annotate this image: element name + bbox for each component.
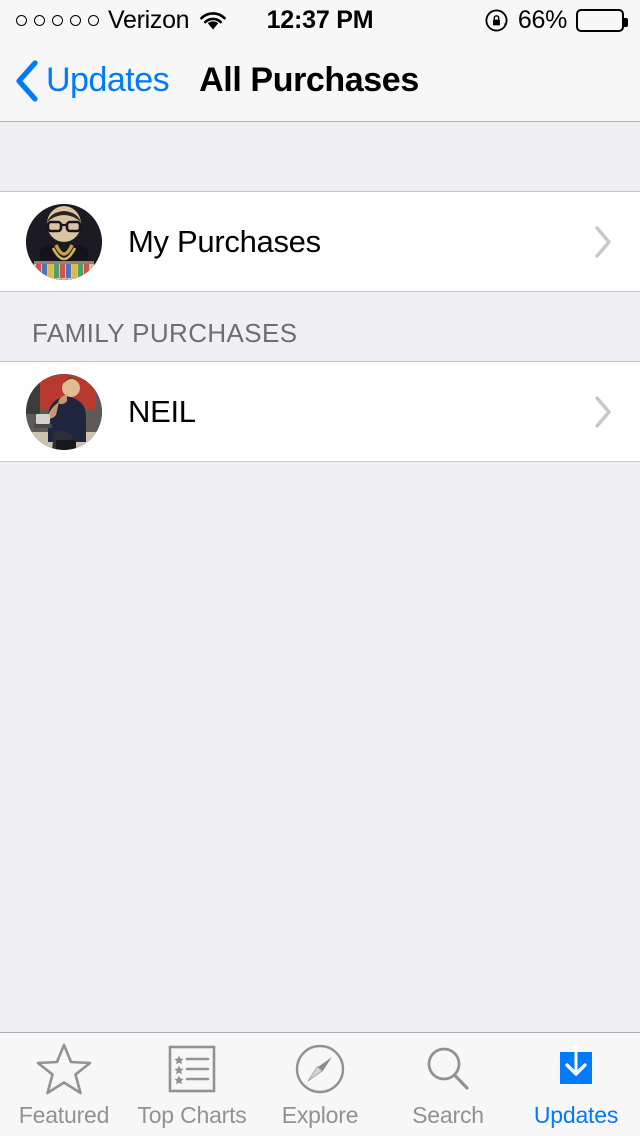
back-button[interactable]: Updates bbox=[14, 59, 170, 102]
tab-label-featured: Featured bbox=[18, 1102, 110, 1128]
tab-label-explore: Explore bbox=[281, 1102, 359, 1128]
tab-label-updates: Updates bbox=[533, 1102, 619, 1128]
tab-label-search: Search bbox=[412, 1102, 484, 1128]
signal-strength-icon bbox=[16, 14, 99, 26]
family-purchases-group: NEIL bbox=[0, 362, 640, 462]
my-purchases-group: My Purchases bbox=[0, 192, 640, 292]
status-bar-left: Verizon bbox=[16, 6, 228, 35]
list-item-neil[interactable]: NEIL bbox=[0, 362, 640, 462]
section-header-family-purchases: FAMILY PURCHASES bbox=[0, 292, 640, 362]
chevron-right-icon bbox=[594, 225, 614, 259]
tab-bar: Featured Top Charts Explore Search Updat… bbox=[0, 1032, 640, 1136]
top-spacer bbox=[0, 122, 640, 192]
status-bar: Verizon 12:37 PM 66% bbox=[0, 0, 640, 40]
star-icon bbox=[35, 1040, 93, 1098]
list-item-my-purchases[interactable]: My Purchases bbox=[0, 192, 640, 292]
tab-top-charts[interactable]: Top Charts bbox=[128, 1033, 256, 1136]
list-item-label: NEIL bbox=[128, 393, 196, 429]
magnifier-icon bbox=[420, 1040, 476, 1098]
user-avatar-my-purchases bbox=[26, 203, 102, 280]
tab-label-top-charts: Top Charts bbox=[137, 1102, 247, 1128]
wifi-icon bbox=[198, 8, 228, 32]
app-screen: Verizon 12:37 PM 66% Updates All Purchas… bbox=[0, 0, 640, 1136]
section-header-label: FAMILY PURCHASES bbox=[32, 318, 298, 348]
tab-featured[interactable]: Featured bbox=[0, 1033, 128, 1136]
compass-icon bbox=[292, 1040, 348, 1098]
chevron-right-icon bbox=[594, 395, 614, 429]
clock-label: 12:37 PM bbox=[266, 5, 374, 34]
chevron-left-icon bbox=[14, 59, 40, 102]
list-item-label: My Purchases bbox=[128, 223, 321, 259]
battery-percent-label: 66% bbox=[517, 5, 567, 34]
user-avatar-neil bbox=[26, 373, 102, 450]
tab-search[interactable]: Search bbox=[384, 1033, 512, 1136]
navigation-bar: Updates All Purchases bbox=[0, 40, 640, 122]
page-title: All Purchases bbox=[199, 61, 419, 99]
empty-area bbox=[0, 462, 640, 1032]
back-button-label: Updates bbox=[46, 61, 170, 99]
content-area: My Purchases FAMILY PURCHASES NEIL bbox=[0, 122, 640, 1032]
carrier-label: Verizon bbox=[108, 5, 190, 34]
download-box-icon bbox=[548, 1040, 604, 1098]
status-bar-right: 66% bbox=[484, 5, 628, 35]
battery-icon bbox=[576, 8, 628, 32]
tab-explore[interactable]: Explore bbox=[256, 1033, 384, 1136]
rotation-lock-icon bbox=[484, 8, 509, 33]
tab-updates[interactable]: Updates bbox=[512, 1033, 640, 1136]
ranked-list-icon bbox=[166, 1040, 218, 1098]
